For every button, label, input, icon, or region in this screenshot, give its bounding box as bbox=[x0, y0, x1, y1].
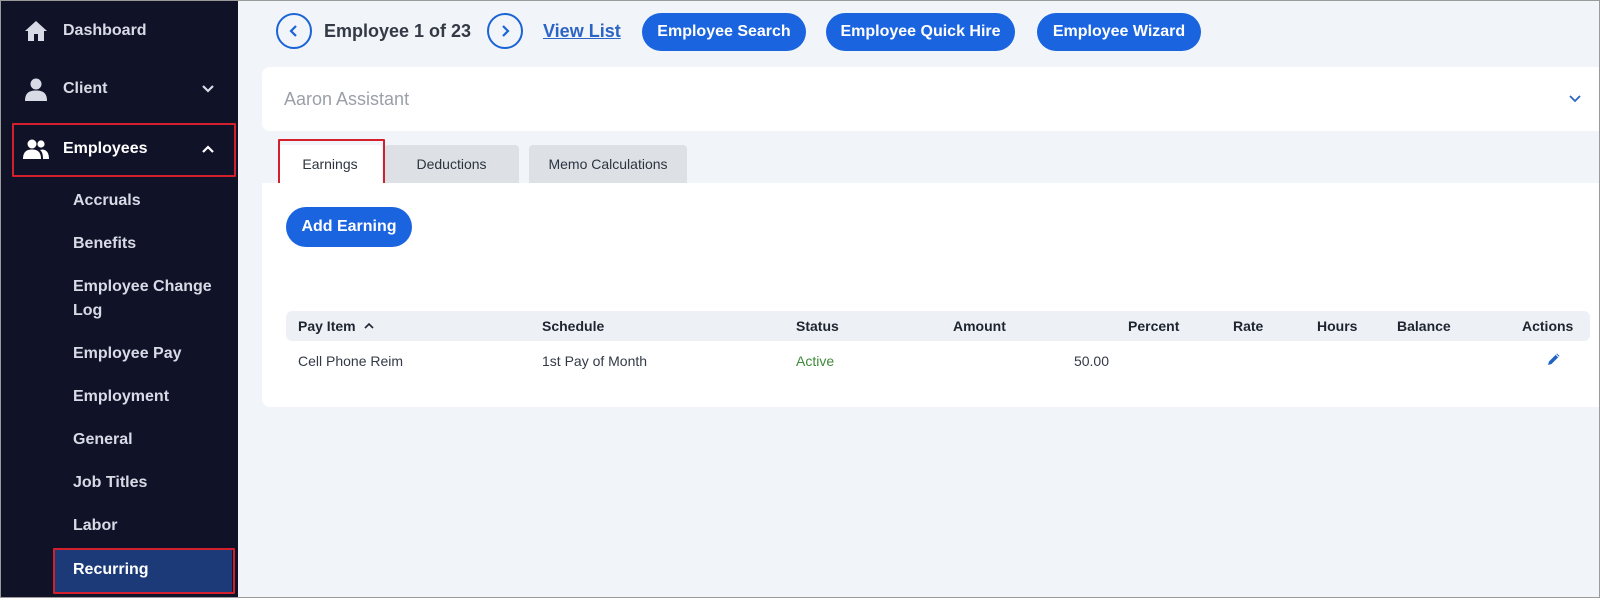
column-header-amount[interactable]: Amount bbox=[953, 318, 1006, 334]
column-header-actions: Actions bbox=[1522, 318, 1574, 334]
sidebar-subitem-employment[interactable]: Employment bbox=[73, 385, 223, 409]
sidebar: Dashboard Client Employees Accruals Bene… bbox=[1, 1, 238, 597]
sidebar-subitem-accruals[interactable]: Accruals bbox=[73, 189, 223, 213]
edit-row-button[interactable] bbox=[1546, 351, 1562, 370]
tab-memo-calculations[interactable]: Memo Calculations bbox=[529, 145, 687, 183]
tab-deductions[interactable]: Deductions bbox=[384, 145, 519, 183]
sidebar-subitem-employee-change-log[interactable]: Employee Change Log bbox=[73, 275, 223, 323]
sidebar-item-label: Client bbox=[63, 80, 108, 97]
app-window: Dashboard Client Employees Accruals Bene… bbox=[0, 0, 1600, 598]
cell-pay-item: Cell Phone Reim bbox=[298, 353, 404, 369]
user-icon bbox=[23, 76, 49, 102]
pencil-icon bbox=[1548, 353, 1560, 365]
sidebar-item-label: Dashboard bbox=[63, 22, 147, 39]
employee-toolbar: Employee 1 of 23 View List Employee Sear… bbox=[238, 1, 1599, 65]
view-list-link[interactable]: View List bbox=[543, 21, 621, 42]
employee-name: Aaron Assistant bbox=[284, 89, 410, 109]
column-header-status[interactable]: Status bbox=[796, 318, 839, 334]
column-header-percent[interactable]: Percent bbox=[1128, 318, 1179, 334]
sidebar-subitem-general[interactable]: General bbox=[73, 428, 223, 452]
column-header-schedule[interactable]: Schedule bbox=[542, 318, 604, 334]
employee-quick-hire-button[interactable]: Employee Quick Hire bbox=[826, 13, 1015, 51]
column-label: Pay Item bbox=[298, 318, 356, 334]
column-header-pay-item[interactable]: Pay Item bbox=[298, 318, 375, 334]
column-header-rate[interactable]: Rate bbox=[1233, 318, 1263, 334]
column-header-balance[interactable]: Balance bbox=[1397, 318, 1451, 334]
recurring-highlight bbox=[53, 548, 235, 594]
column-header-hours[interactable]: Hours bbox=[1317, 318, 1357, 334]
home-icon bbox=[23, 18, 49, 44]
sidebar-item-client[interactable]: Client bbox=[1, 64, 238, 114]
employee-selector[interactable]: Aaron Assistant bbox=[262, 67, 1599, 131]
employees-highlight bbox=[12, 123, 236, 177]
earnings-panel: Add Earning Pay Item Schedule Status Amo… bbox=[262, 183, 1599, 407]
chevron-left-icon bbox=[289, 25, 297, 37]
chevron-down-icon bbox=[1567, 91, 1583, 112]
employee-wizard-button[interactable]: Employee Wizard bbox=[1037, 13, 1201, 51]
cell-status: Active bbox=[796, 353, 835, 369]
sidebar-subitem-labor[interactable]: Labor bbox=[73, 514, 223, 538]
main-content: Employee 1 of 23 View List Employee Sear… bbox=[238, 1, 1599, 597]
sidebar-subitem-benefits[interactable]: Benefits bbox=[73, 232, 223, 256]
add-earning-button[interactable]: Add Earning bbox=[286, 207, 412, 247]
sidebar-item-dashboard[interactable]: Dashboard bbox=[1, 6, 238, 56]
chevron-down-icon bbox=[200, 81, 216, 97]
chevron-right-icon bbox=[502, 25, 510, 37]
sidebar-subitem-employee-pay[interactable]: Employee Pay bbox=[73, 342, 223, 366]
employee-search-button[interactable]: Employee Search bbox=[642, 13, 806, 51]
sort-ascending-icon bbox=[364, 322, 375, 329]
cell-amount: 50.00 bbox=[1073, 353, 1109, 369]
next-employee-button[interactable] bbox=[487, 13, 523, 49]
employee-counter: Employee 1 of 23 bbox=[324, 21, 472, 41]
cell-schedule: 1st Pay of Month bbox=[542, 353, 648, 369]
sidebar-subitem-job-titles[interactable]: Job Titles bbox=[73, 471, 223, 495]
table-header: Pay Item Schedule Status Amount Percent … bbox=[286, 311, 1590, 341]
previous-employee-button[interactable] bbox=[276, 13, 312, 49]
